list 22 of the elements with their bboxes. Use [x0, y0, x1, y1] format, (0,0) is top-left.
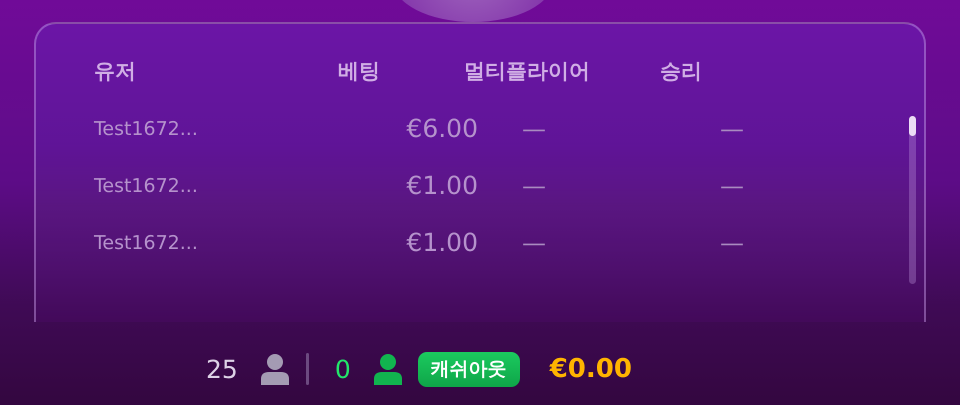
user-name: Test1672...: [93, 232, 199, 254]
user-name: Test1672...: [93, 174, 199, 196]
win-value: —: [719, 114, 745, 142]
column-header: 멀티플라이어: [464, 58, 591, 85]
multiplier-value: —: [521, 114, 547, 142]
column-header: 유저: [93, 58, 137, 85]
cashed-out-count: 0: [334, 354, 351, 384]
player-count: 25: [206, 354, 238, 384]
user-name: Test1672...: [93, 118, 199, 140]
scrollbar[interactable]: [909, 116, 916, 284]
win-value: —: [719, 172, 745, 200]
multiplier-value: —: [521, 172, 547, 200]
person-icon: [260, 353, 290, 385]
bet-amount: €6.00: [405, 114, 478, 143]
bet-amount: €1.00: [405, 228, 478, 257]
person-icon: [372, 353, 403, 385]
bet-amount: €1.00: [405, 171, 478, 200]
multiplier-value: —: [521, 228, 547, 256]
column-header: 승리: [660, 58, 703, 85]
total-amount: €0.00: [550, 354, 632, 384]
cashout-badge[interactable]: 캐쉬아웃: [418, 352, 520, 386]
win-value: —: [719, 228, 745, 256]
